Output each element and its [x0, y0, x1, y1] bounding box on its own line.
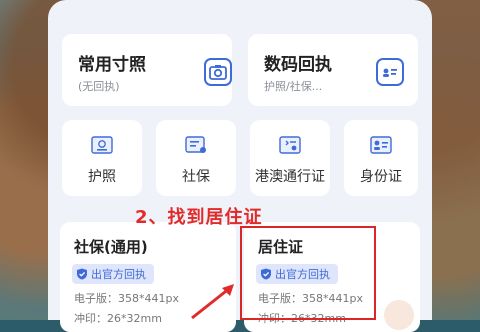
category-social-security-label: 社保 [182, 169, 210, 185]
digital-receipt-subtitle: 护照/社保... [264, 80, 323, 93]
digital-receipt-card[interactable]: 数码回执 护照/社保... [248, 34, 418, 106]
camera-icon [204, 58, 232, 86]
category-id-card-label: 身份证 [360, 169, 402, 185]
social-security-icon [185, 136, 206, 153]
official-receipt-badge: 出官方回执 [72, 264, 154, 284]
category-id-card[interactable]: 身份证 [344, 120, 418, 196]
spec-digital: 电子版：358*441px [74, 292, 179, 305]
common-photo-title: 常用寸照 [78, 55, 146, 75]
id-card-icon [376, 58, 404, 86]
highlight-box [240, 226, 376, 320]
annotation-arrow [191, 284, 234, 320]
common-photo-card[interactable]: 常用寸照 (无回执) [62, 34, 232, 106]
avatar [384, 300, 414, 330]
badge-label: 出官方回执 [91, 268, 146, 281]
id-card-icon [370, 136, 392, 154]
doc-title: 社保(通用) [74, 238, 148, 256]
category-travel-permit-label: 港澳通行证 [255, 169, 325, 185]
category-social-security[interactable]: 社保 [156, 120, 236, 196]
digital-receipt-title: 数码回执 [264, 55, 332, 75]
category-passport-label: 护照 [88, 169, 116, 185]
travel-permit-icon [279, 136, 301, 154]
spec-print: 冲印：26*32mm [74, 312, 162, 325]
category-passport[interactable]: 护照 [62, 120, 142, 196]
passport-icon [91, 136, 113, 154]
common-photo-subtitle: (无回执) [78, 80, 120, 93]
shield-check-icon [77, 268, 87, 280]
category-travel-permit[interactable]: 港澳通行证 [250, 120, 330, 196]
